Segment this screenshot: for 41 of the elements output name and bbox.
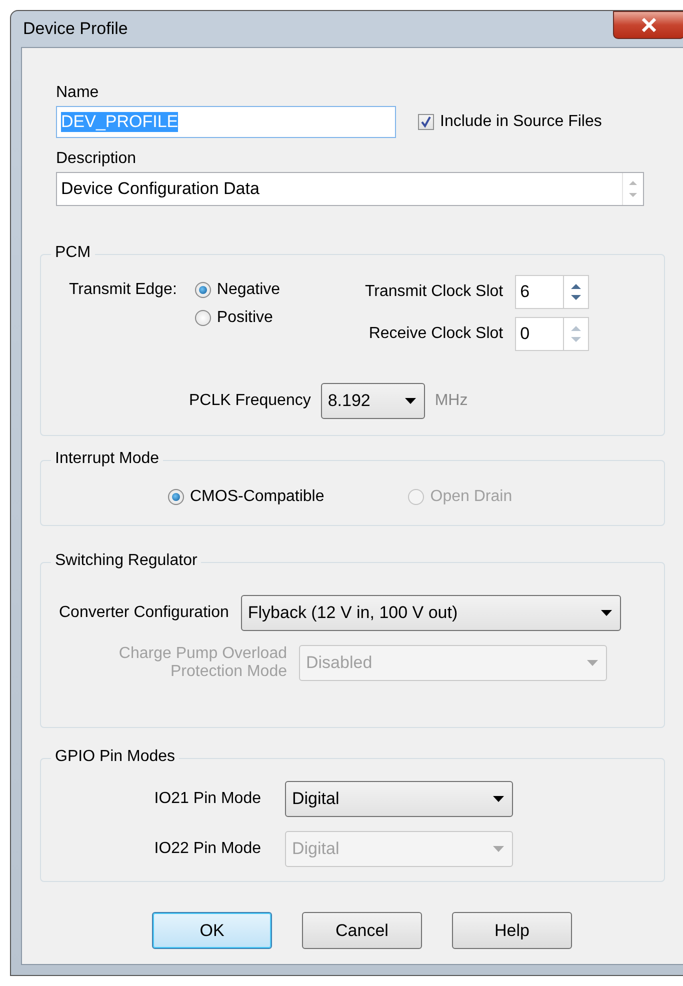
- field-label: PCLK Frequency: [189, 392, 311, 410]
- scroll-arrows-icon: [629, 180, 637, 198]
- field-label: Receive Clock Slot: [368, 325, 504, 343]
- field-label: Description: [56, 150, 138, 168]
- spinner-field[interactable]: 6: [515, 275, 590, 309]
- caret-icon: [493, 796, 504, 802]
- radio-label: Positive: [216, 309, 273, 327]
- group-title: Interrupt Mode: [51, 450, 164, 468]
- dropdown[interactable]: Flyback (12 V in, 100 V out): [240, 595, 621, 631]
- checkbox-label: Include in Source Files: [440, 113, 602, 131]
- window-title: Device Profile: [22, 19, 128, 39]
- dialog-button[interactable]: OK: [152, 912, 272, 949]
- close-icon: [641, 18, 657, 32]
- radio-button[interactable]: [168, 489, 184, 505]
- field-label: Charge Pump Overload Protection Mode: [118, 645, 287, 681]
- field-label: IO21 Pin Mode: [153, 790, 261, 808]
- field-label: Transmit Clock Slot: [365, 283, 504, 301]
- radio-label: Open Drain: [430, 488, 512, 506]
- radio-label: CMOS-Compatible: [190, 488, 324, 506]
- dialog-button[interactable]: Cancel: [302, 912, 422, 949]
- caret-icon: [600, 610, 612, 616]
- caret-icon: [587, 660, 598, 666]
- radio-label: Negative: [216, 281, 280, 299]
- dropdown[interactable]: 8.192: [320, 383, 425, 419]
- spin-arrows-icon: [571, 283, 582, 301]
- caret-icon: [493, 846, 504, 852]
- spin-arrows-icon: [571, 325, 582, 343]
- radio-button[interactable]: [194, 282, 211, 298]
- field-label: Converter Configuration: [59, 604, 229, 622]
- radio-button[interactable]: [194, 310, 211, 326]
- group-title: Switching Regulator: [51, 552, 202, 570]
- field-label: IO22 Pin Mode: [153, 840, 261, 858]
- caret-icon: [404, 398, 416, 404]
- close-button[interactable]: [613, 11, 683, 39]
- field-label: Transmit Edge:: [69, 281, 177, 300]
- dropdown[interactable]: Digital: [285, 781, 513, 817]
- dialog-button[interactable]: Help: [452, 912, 572, 949]
- checkbox[interactable]: [418, 114, 434, 130]
- description-field[interactable]: Device Configuration Data: [56, 172, 644, 206]
- field-label: Name: [56, 84, 100, 102]
- unit-label: MHz: [434, 392, 468, 410]
